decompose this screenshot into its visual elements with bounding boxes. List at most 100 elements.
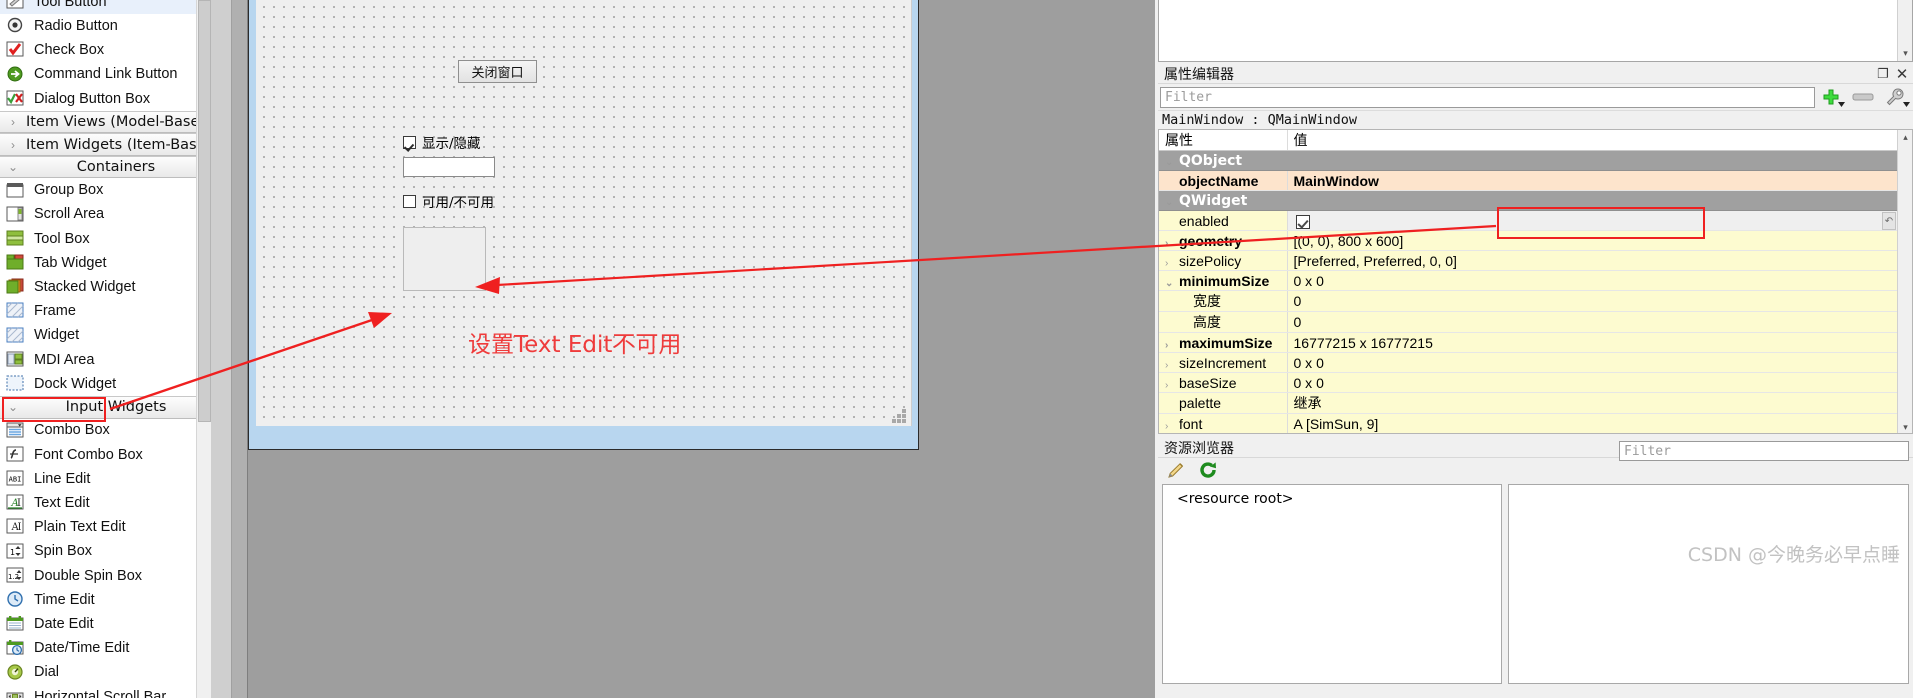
mdi-workspace[interactable]: 关闭窗口 显示/隐藏 可用/不可用 设置Text Edit不可用 — [232, 0, 1151, 698]
property-value-label: 0 x 0 — [1293, 354, 1324, 371]
property-name-cell: 高度 — [1159, 311, 1288, 333]
widget-box-item-label: Time Edit — [34, 591, 95, 608]
property-row-palette[interactable]: palette 继承 — [1159, 392, 1912, 414]
property-row-maximumSize[interactable]: › maximumSize 16777215 x 16777215 — [1159, 332, 1912, 353]
reload-icon[interactable] — [1198, 460, 1218, 483]
property-row-minimumSize[interactable]: ⌄ minimumSize 0 x 0 — [1159, 270, 1912, 291]
checkbox-show-hide[interactable]: 显示/隐藏 — [403, 132, 481, 152]
text-edit-widget[interactable] — [403, 227, 486, 291]
date-time-edit-icon — [6, 639, 26, 657]
property-value-label: 16777215 x 16777215 — [1293, 334, 1433, 351]
widget-box-item-label: Date/Time Edit — [34, 640, 130, 657]
chevron-right-icon[interactable]: › — [1165, 380, 1179, 391]
property-name-cell: ⌄ minimumSize — [1159, 270, 1288, 291]
property-row-高度[interactable]: 高度 0 — [1159, 311, 1912, 333]
checkbox-enable-disable[interactable]: 可用/不可用 — [403, 191, 494, 211]
property-value-cell[interactable]: ↶ — [1287, 210, 1912, 231]
property-value-label: 0 — [1293, 314, 1302, 330]
property-row-geometry[interactable]: › geometry [(0, 0), 800 x 600] — [1159, 230, 1912, 251]
wrench-icon[interactable] — [1879, 85, 1911, 109]
property-value-cell[interactable]: [Preferred, Preferred, 0, 0] — [1287, 250, 1912, 271]
form-window[interactable]: 关闭窗口 显示/隐藏 可用/不可用 设置Text Edit不可用 — [248, 0, 919, 450]
property-row-font[interactable]: › font A [SimSun, 9] — [1159, 413, 1912, 433]
property-value-cell[interactable]: 0 — [1287, 290, 1912, 312]
spin-box-icon: 1 — [6, 543, 26, 561]
chevron-down-icon[interactable]: ⌄ — [1165, 157, 1179, 168]
property-value-cell[interactable]: 继承 — [1287, 392, 1912, 414]
widget-box-item-label: Tool Button — [34, 0, 107, 10]
property-value-cell[interactable]: A [SimSun, 9] — [1287, 413, 1912, 433]
float-icon[interactable]: ❐ — [1875, 66, 1891, 82]
dialog-button-box-icon — [6, 90, 26, 108]
property-value-cell[interactable]: 16777215 x 16777215 — [1287, 332, 1912, 353]
property-table-scrollbar[interactable]: ▴ ▾ — [1897, 130, 1912, 433]
push-button-close-window[interactable]: 关闭窗口 — [458, 60, 537, 83]
widget-box-item-label: Dock Widget — [34, 375, 117, 392]
property-value-cell[interactable]: [(0, 0), 800 x 600] — [1287, 230, 1912, 251]
object-inspector-scrollbar[interactable]: ▾ — [1897, 0, 1912, 61]
mdi-left-band — [232, 0, 248, 698]
property-row-sizePolicy[interactable]: › sizePolicy [Preferred, Preferred, 0, 0] — [1159, 250, 1912, 271]
size-grip-icon[interactable] — [892, 409, 907, 423]
property-value-cell[interactable]: 0 x 0 — [1287, 372, 1912, 393]
chevron-right-icon[interactable]: › — [1165, 258, 1179, 269]
pencil-icon[interactable] — [1166, 460, 1186, 483]
property-name-cell: ⌄ QWidget — [1159, 190, 1287, 211]
minus-icon[interactable] — [1847, 85, 1879, 109]
property-filter-input[interactable]: Filter — [1160, 86, 1815, 108]
resource-root-item[interactable]: <resource root> — [1177, 491, 1294, 507]
check-box-icon — [6, 41, 26, 59]
widget-box-scrollbar[interactable] — [196, 0, 211, 698]
resource-tree[interactable]: <resource root> — [1162, 484, 1502, 684]
chevron-right-icon[interactable]: › — [1165, 238, 1179, 249]
property-value-cell[interactable]: 0 x 0 — [1287, 270, 1912, 291]
property-name-cell: 宽度 — [1159, 290, 1288, 312]
property-value-cell[interactable] — [1287, 150, 1912, 171]
chevron-right-icon[interactable]: › — [1165, 421, 1179, 432]
date-edit-icon — [6, 615, 26, 633]
property-row-objectName[interactable]: objectName MainWindow — [1159, 170, 1912, 191]
property-row-QWidget[interactable]: ⌄ QWidget — [1159, 190, 1912, 211]
line-edit-field[interactable] — [403, 157, 495, 177]
property-value-cell[interactable]: 0 — [1287, 311, 1912, 333]
plus-icon[interactable] — [1815, 85, 1847, 109]
chevron-down-icon[interactable]: ▾ — [1898, 420, 1912, 433]
checkbox-label: 显示/隐藏 — [422, 136, 481, 152]
form-canvas[interactable]: 关闭窗口 显示/隐藏 可用/不可用 设置Text Edit不可用 — [256, 0, 912, 426]
property-value-cell[interactable]: MainWindow — [1287, 170, 1912, 191]
chevron-down-icon[interactable]: ▾ — [1898, 46, 1913, 61]
chevron-up-icon[interactable]: ▴ — [1898, 130, 1912, 145]
revert-property-button[interactable]: ↶ — [1882, 212, 1896, 230]
checkbox-indicator[interactable] — [403, 135, 416, 149]
property-value-cell[interactable] — [1287, 190, 1912, 211]
property-value-label: A [SimSun, 9] — [1293, 415, 1379, 432]
annotation-text: 设置Text Edit不可用 — [468, 332, 682, 358]
property-name-label: geometry — [1179, 232, 1243, 249]
line-edit-icon: ABI — [6, 470, 26, 488]
widget-box-item-label: Text Edit — [34, 495, 90, 512]
chevron-right-icon[interactable]: › — [1165, 340, 1179, 351]
property-row-enabled[interactable]: enabled ↶ — [1159, 210, 1912, 231]
svg-text:1: 1 — [10, 548, 15, 557]
property-row-宽度[interactable]: 宽度 0 — [1159, 290, 1912, 312]
property-table: 属性值 ⌄ QObject objectName MainWindow ⌄ QWidget e… — [1159, 130, 1912, 433]
property-name-cell: › maximumSize — [1159, 332, 1288, 353]
resource-filter-input[interactable]: Filter — [1619, 441, 1909, 461]
chevron-down-icon[interactable]: ⌄ — [1165, 278, 1179, 289]
object-inspector-panel[interactable]: checkBox_2QCheckBoxlineEditQLineEditpush… — [1158, 0, 1913, 62]
enabled-checkbox[interactable] — [1295, 214, 1310, 229]
watermark-text: CSDN @今晚务必早点睡 — [1687, 544, 1900, 566]
checkbox-indicator[interactable] — [403, 194, 416, 208]
widget-box-panel[interactable]: Tool Button Radio Button Check Box Command … — [0, 0, 232, 698]
widget-box-item-label: Check Box — [34, 42, 105, 59]
property-value-cell[interactable]: 0 x 0 — [1287, 352, 1912, 373]
property-row-sizeIncrement[interactable]: › sizeIncrement 0 x 0 — [1159, 352, 1912, 373]
close-icon[interactable]: ✕ — [1894, 66, 1910, 83]
property-row-QObject[interactable]: ⌄ QObject — [1159, 150, 1912, 171]
chevron-right-icon[interactable]: › — [1165, 360, 1179, 371]
chevron-down-icon[interactable]: ⌄ — [1165, 197, 1179, 208]
property-row-baseSize[interactable]: › baseSize 0 x 0 — [1159, 372, 1912, 393]
widget-box-item-label: Date Edit — [34, 615, 94, 632]
scrollbar-thumb[interactable] — [198, 0, 211, 422]
property-table-wrapper[interactable]: 属性值 ⌄ QObject objectName MainWindow ⌄ QWidget e… — [1158, 129, 1913, 434]
